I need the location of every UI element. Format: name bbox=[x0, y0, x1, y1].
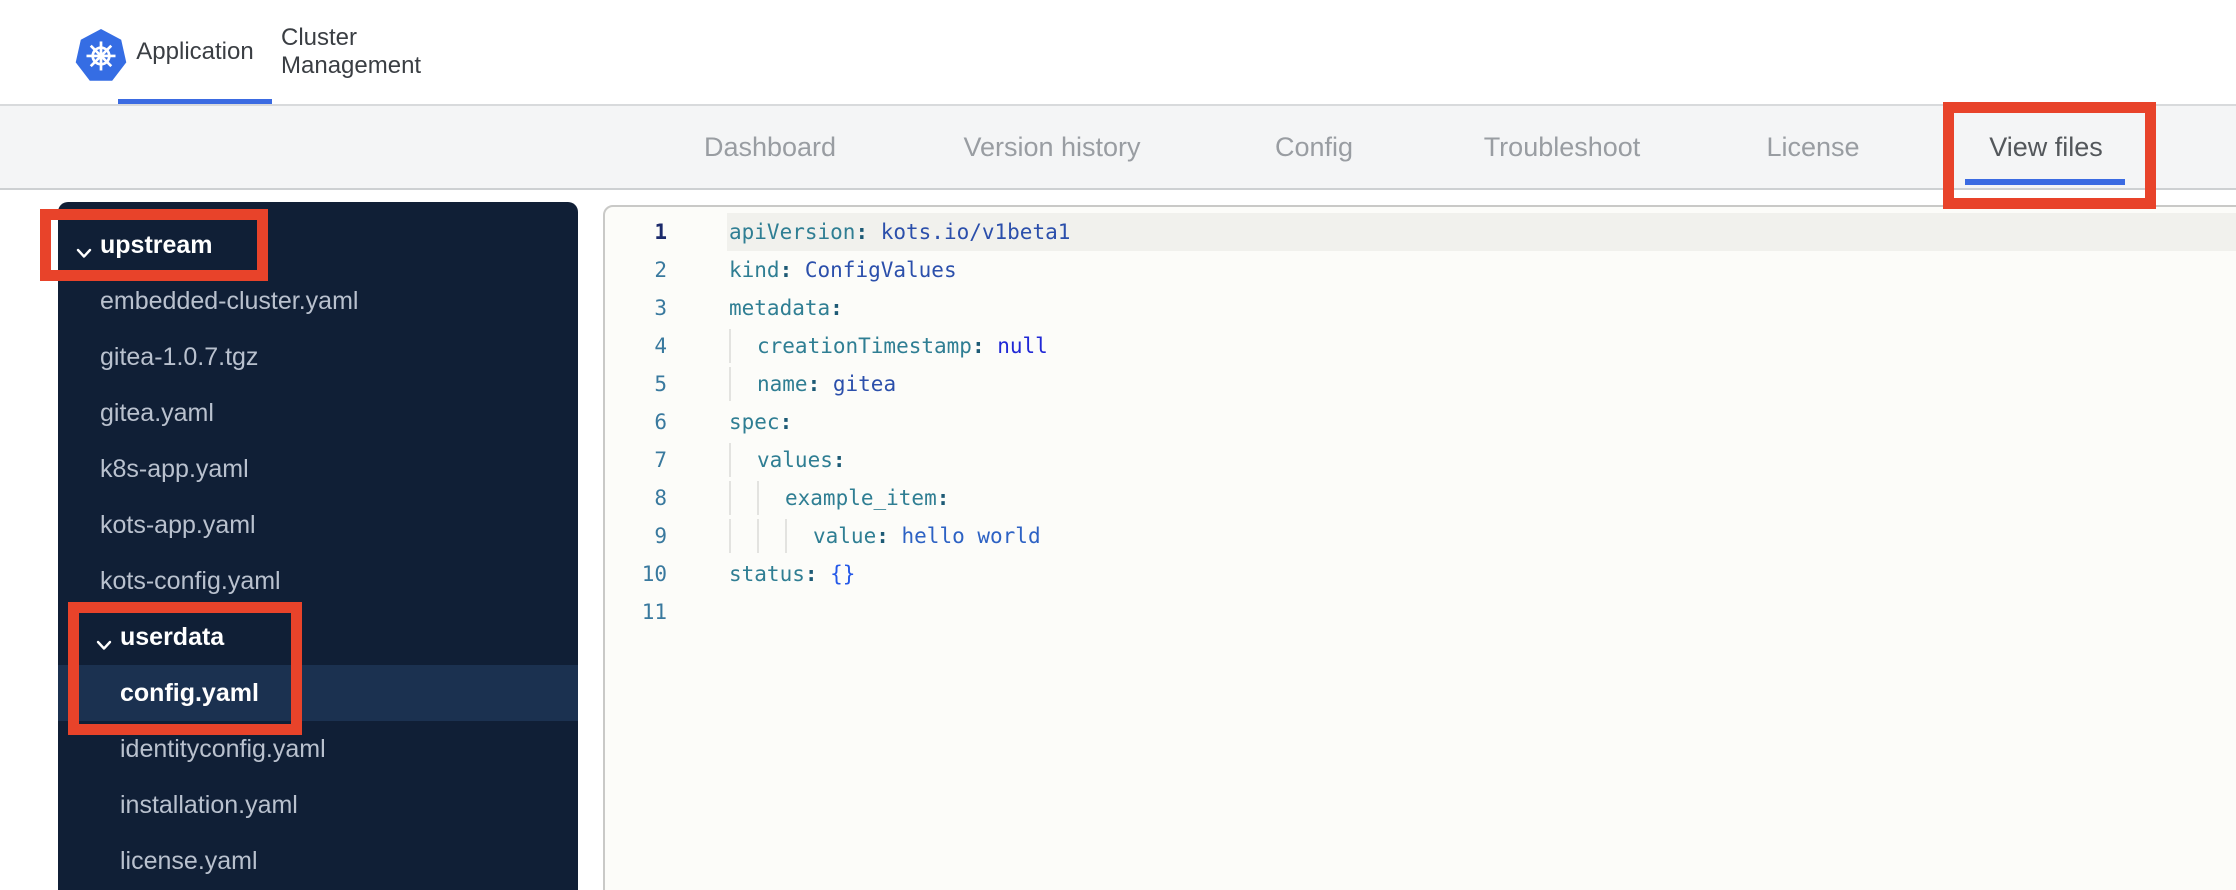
token-colon: : bbox=[832, 448, 846, 472]
line-number: 6 bbox=[654, 410, 667, 434]
token-key: apiVersion bbox=[729, 220, 856, 244]
app-header: Application Cluster Management bbox=[0, 0, 2236, 104]
line-number: 4 bbox=[654, 334, 667, 358]
code-line-6: 6 spec: bbox=[605, 403, 2236, 441]
code-text: name: gitea bbox=[729, 365, 896, 403]
nav-item-license[interactable]: License bbox=[1766, 106, 1859, 188]
token-val: ConfigValues bbox=[792, 258, 957, 282]
code-line-7: 7 values: bbox=[605, 441, 2236, 479]
line-number: 11 bbox=[641, 600, 667, 624]
nav-item-troubleshoot[interactable]: Troubleshoot bbox=[1484, 106, 1641, 188]
code-text: metadata: bbox=[729, 289, 843, 327]
code-line-11: 11 bbox=[605, 593, 2236, 631]
line-number: 8 bbox=[654, 486, 667, 510]
token-key: kind bbox=[729, 258, 780, 282]
code-line-2: 2 kind: ConfigValues bbox=[605, 251, 2236, 289]
token-colon: : bbox=[971, 334, 985, 358]
annotation-upstream bbox=[40, 209, 268, 281]
tree-row-label: kots-config.yaml bbox=[100, 566, 281, 595]
tree-row-label: identityconfig.yaml bbox=[120, 734, 326, 763]
code-line-1: 1 apiVersion: kots.io/v1beta1 bbox=[605, 213, 2236, 251]
line-number: 10 bbox=[641, 562, 667, 586]
tab-application-label: Application bbox=[136, 38, 254, 65]
code-text: example_item: bbox=[729, 479, 949, 517]
tree-row-label: kots-app.yaml bbox=[100, 510, 256, 539]
token-colon: : bbox=[876, 524, 889, 548]
code-text: values: bbox=[729, 441, 846, 479]
app-subnav: Dashboard Version history Config Troublesho… bbox=[0, 104, 2236, 190]
token-val: kots.io/v1beta1 bbox=[868, 220, 1071, 244]
token-str: hello world bbox=[888, 524, 1041, 548]
token-colon: : bbox=[779, 258, 793, 282]
token-key: name bbox=[757, 372, 808, 396]
tree-file-kots-app.yaml[interactable]: kots-app.yaml bbox=[58, 497, 578, 553]
tab-cluster-management-label: Cluster Management bbox=[281, 24, 422, 79]
token-val: gitea bbox=[820, 372, 897, 396]
tree-file-kots-config.yaml[interactable]: kots-config.yaml bbox=[58, 553, 578, 609]
token-key: example_item bbox=[785, 486, 937, 510]
nav-item-dashboard[interactable]: Dashboard bbox=[704, 106, 836, 188]
code-line-8: 8 example_item: bbox=[605, 479, 2236, 517]
tree-row-label: gitea.yaml bbox=[100, 398, 214, 427]
line-number: 3 bbox=[654, 296, 667, 320]
line-number: 5 bbox=[654, 372, 667, 396]
tree-file-gitea.yaml[interactable]: gitea.yaml bbox=[58, 385, 578, 441]
nav-item-label: Dashboard bbox=[703, 131, 837, 162]
nav-item-version-history[interactable]: Version history bbox=[963, 106, 1140, 188]
token-key: spec bbox=[729, 410, 780, 434]
tab-application[interactable]: Application bbox=[118, 0, 272, 104]
code-text: kind: ConfigValues bbox=[729, 251, 957, 289]
token-colon: : bbox=[855, 220, 869, 244]
tree-file-gitea-1.0.7.tgz[interactable]: gitea-1.0.7.tgz bbox=[58, 329, 578, 385]
kots-admin-console: Application Cluster Management Dashboard… bbox=[0, 0, 2236, 890]
token-key: value bbox=[813, 524, 877, 548]
line-number: 2 bbox=[654, 258, 667, 282]
code-text: value: hello world bbox=[729, 517, 1041, 555]
nav-item-label: Troubleshoot bbox=[1483, 131, 1641, 162]
tree-row-label: installation.yaml bbox=[120, 790, 298, 819]
nav-item-label: Version history bbox=[963, 131, 1141, 162]
file-tree-sidebar: upstream embedded-cluster.yaml gitea-1.0.7… bbox=[58, 202, 578, 890]
tree-row-label: license.yaml bbox=[120, 846, 258, 875]
token-key: creationTimestamp bbox=[757, 334, 972, 358]
token-colon: : bbox=[830, 296, 843, 320]
token-key: metadata bbox=[729, 296, 831, 320]
token-key: values bbox=[757, 448, 833, 472]
nav-item-label: Config bbox=[1274, 131, 1354, 162]
token-key: status bbox=[729, 562, 805, 586]
code-text: spec: bbox=[729, 403, 792, 441]
code-text: creationTimestamp: null bbox=[729, 327, 1048, 365]
tree-file-license.yaml[interactable]: license.yaml bbox=[58, 833, 578, 889]
token-colon: : bbox=[807, 372, 821, 396]
line-number: 9 bbox=[654, 524, 667, 548]
line-number: 7 bbox=[654, 448, 667, 472]
token-colon: : bbox=[804, 562, 818, 586]
tree-file-k8s-app.yaml[interactable]: k8s-app.yaml bbox=[58, 441, 578, 497]
token-brace: {} bbox=[817, 562, 856, 586]
token-colon: : bbox=[779, 410, 793, 434]
tree-file-installation.yaml[interactable]: installation.yaml bbox=[58, 777, 578, 833]
annotation-view-files bbox=[1943, 102, 2156, 209]
code-text: status: {} bbox=[729, 555, 855, 593]
code-line-5: 5 name: gitea bbox=[605, 365, 2236, 403]
nav-item-config[interactable]: Config bbox=[1275, 106, 1353, 188]
tree-row-label: gitea-1.0.7.tgz bbox=[100, 342, 259, 371]
editor-lines: 1 apiVersion: kots.io/v1beta1 2 kind: Confi… bbox=[605, 207, 2236, 631]
token-kw: null bbox=[984, 334, 1048, 358]
code-line-4: 4 creationTimestamp: null bbox=[605, 327, 2236, 365]
code-line-10: 10 status: {} bbox=[605, 555, 2236, 593]
tree-row-label: embedded-cluster.yaml bbox=[100, 286, 359, 315]
code-line-9: 9 value: hello world bbox=[605, 517, 2236, 555]
token-colon: : bbox=[936, 486, 950, 510]
tree-file-embedded-cluster.yaml[interactable]: embedded-cluster.yaml bbox=[58, 273, 578, 329]
file-editor[interactable]: 1 apiVersion: kots.io/v1beta1 2 kind: Confi… bbox=[603, 205, 2236, 890]
code-text: apiVersion: kots.io/v1beta1 bbox=[729, 213, 1070, 251]
nav-item-label: License bbox=[1766, 131, 1860, 162]
annotation-userdata-config bbox=[68, 602, 302, 735]
wheel-hub bbox=[97, 52, 105, 60]
code-line-3: 3 metadata: bbox=[605, 289, 2236, 327]
line-number: 1 bbox=[654, 220, 667, 244]
tab-cluster-management[interactable]: Cluster Management bbox=[281, 0, 477, 104]
tree-row-label: k8s-app.yaml bbox=[100, 454, 249, 483]
